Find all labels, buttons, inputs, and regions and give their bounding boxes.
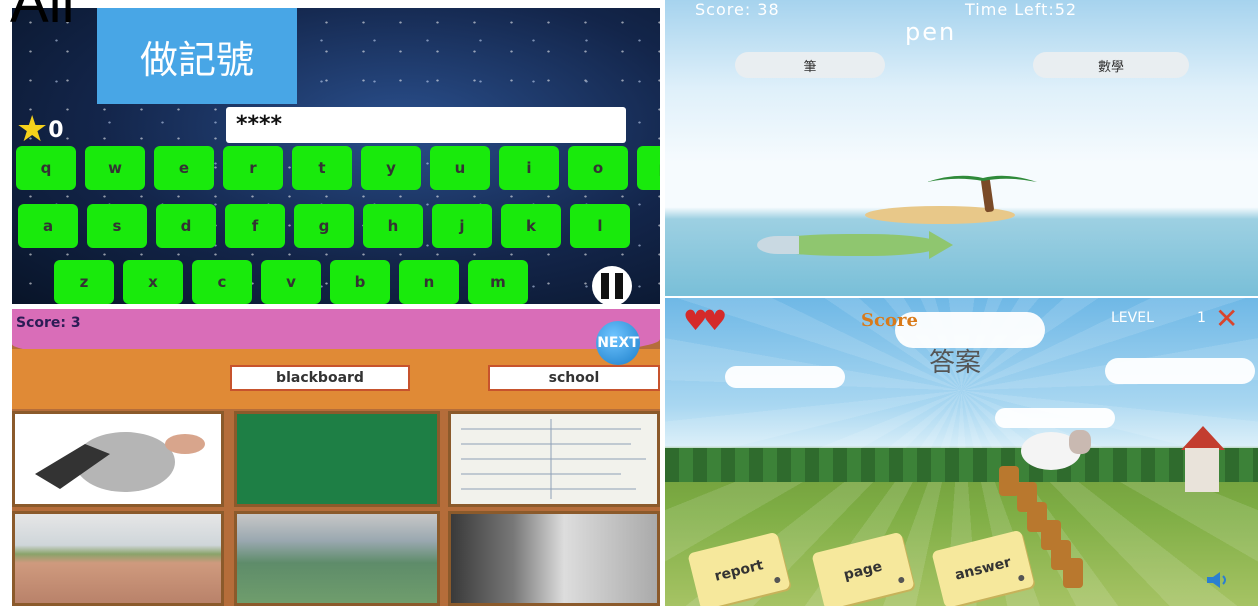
answer-heading: 答案 xyxy=(929,348,982,378)
picture-tile-blackboard[interactable] xyxy=(234,411,440,507)
answer-input[interactable]: **** xyxy=(226,107,626,143)
key-p[interactable]: p xyxy=(637,146,660,190)
level-value: 1 xyxy=(1197,310,1206,326)
pause-icon xyxy=(601,273,609,299)
key-z[interactable]: z xyxy=(54,260,114,304)
key-i[interactable]: i xyxy=(499,146,559,190)
key-k[interactable]: k xyxy=(501,204,561,248)
tree-line xyxy=(665,448,1258,482)
key-y[interactable]: y xyxy=(361,146,421,190)
fish-game-panel: Score: 38 Time Left:52 pen 筆 數學 xyxy=(665,0,1258,296)
key-v[interactable]: v xyxy=(261,260,321,304)
key-l[interactable]: l xyxy=(570,204,630,248)
fish-player[interactable] xyxy=(757,231,953,259)
level-label: LEVEL xyxy=(1111,310,1154,326)
key-h[interactable]: h xyxy=(363,204,423,248)
cloud-answer-left[interactable]: 筆 xyxy=(735,52,885,78)
star-count-value: 0 xyxy=(48,117,64,143)
exercise-ball-picture xyxy=(35,432,205,492)
star-counter: ★ 0 xyxy=(16,112,64,148)
picture-game-score: Score: 3 xyxy=(16,315,81,331)
mark-button[interactable]: 做記號 xyxy=(97,8,297,104)
sheep-game-score-label: Score xyxy=(861,310,918,331)
key-j[interactable]: j xyxy=(432,204,492,248)
key-w[interactable]: w xyxy=(85,146,145,190)
key-a[interactable]: a xyxy=(18,204,78,248)
key-e[interactable]: e xyxy=(154,146,214,190)
key-u[interactable]: u xyxy=(430,146,490,190)
key-c[interactable]: c xyxy=(192,260,252,304)
key-r[interactable]: r xyxy=(223,146,283,190)
fish-game-score: Score: 38 xyxy=(695,0,780,19)
fish-game-timer: Time Left:52 xyxy=(965,0,1078,19)
key-m[interactable]: m xyxy=(468,260,528,304)
keyboard-row-3: z x c v b n m xyxy=(54,260,537,304)
word-label-blackboard: blackboard xyxy=(230,365,410,391)
lives-hearts-icon: ♥♥ xyxy=(683,304,727,337)
next-button[interactable]: NEXT xyxy=(596,321,640,365)
picture-tile-ball[interactable] xyxy=(12,411,224,507)
paper-notes-picture xyxy=(461,419,646,499)
key-n[interactable]: n xyxy=(399,260,459,304)
key-t[interactable]: t xyxy=(292,146,352,190)
speaker-icon[interactable] xyxy=(1205,570,1229,590)
word-label-school: school xyxy=(488,365,660,391)
keyboard-row-1: q w e r t y u i o p xyxy=(16,146,660,190)
palm-leaves-icon xyxy=(927,175,1037,182)
key-d[interactable]: d xyxy=(156,204,216,248)
overlay-title: All xyxy=(10,0,75,35)
picture-game-panel: Score: 3 NEXT blackboard school xyxy=(12,309,660,606)
key-o[interactable]: o xyxy=(568,146,628,190)
typing-game-panel: 做記號 ★ 0 **** q w e r t y u i o p a s d f… xyxy=(12,8,660,304)
close-icon[interactable]: ✕ xyxy=(1215,302,1238,335)
picture-tile-workshop[interactable] xyxy=(448,511,660,606)
keyboard-row-2: a s d f g h j k l xyxy=(18,204,639,248)
target-word: pen xyxy=(905,18,957,46)
key-b[interactable]: b xyxy=(330,260,390,304)
sheep-game-panel: ♥♥ Score LEVEL 1 ✕ 答案 report page answer xyxy=(665,298,1258,606)
star-icon: ★ xyxy=(16,109,49,150)
windmill xyxy=(1185,448,1219,492)
pause-button[interactable] xyxy=(592,266,632,304)
cloud-answer-right[interactable]: 數學 xyxy=(1033,52,1189,78)
key-x[interactable]: x xyxy=(123,260,183,304)
key-q[interactable]: q xyxy=(16,146,76,190)
picture-tile-notes[interactable] xyxy=(448,411,660,507)
picture-tile-track[interactable] xyxy=(234,511,440,606)
key-g[interactable]: g xyxy=(294,204,354,248)
key-f[interactable]: f xyxy=(225,204,285,248)
key-s[interactable]: s xyxy=(87,204,147,248)
picture-tile-field[interactable] xyxy=(12,511,224,606)
